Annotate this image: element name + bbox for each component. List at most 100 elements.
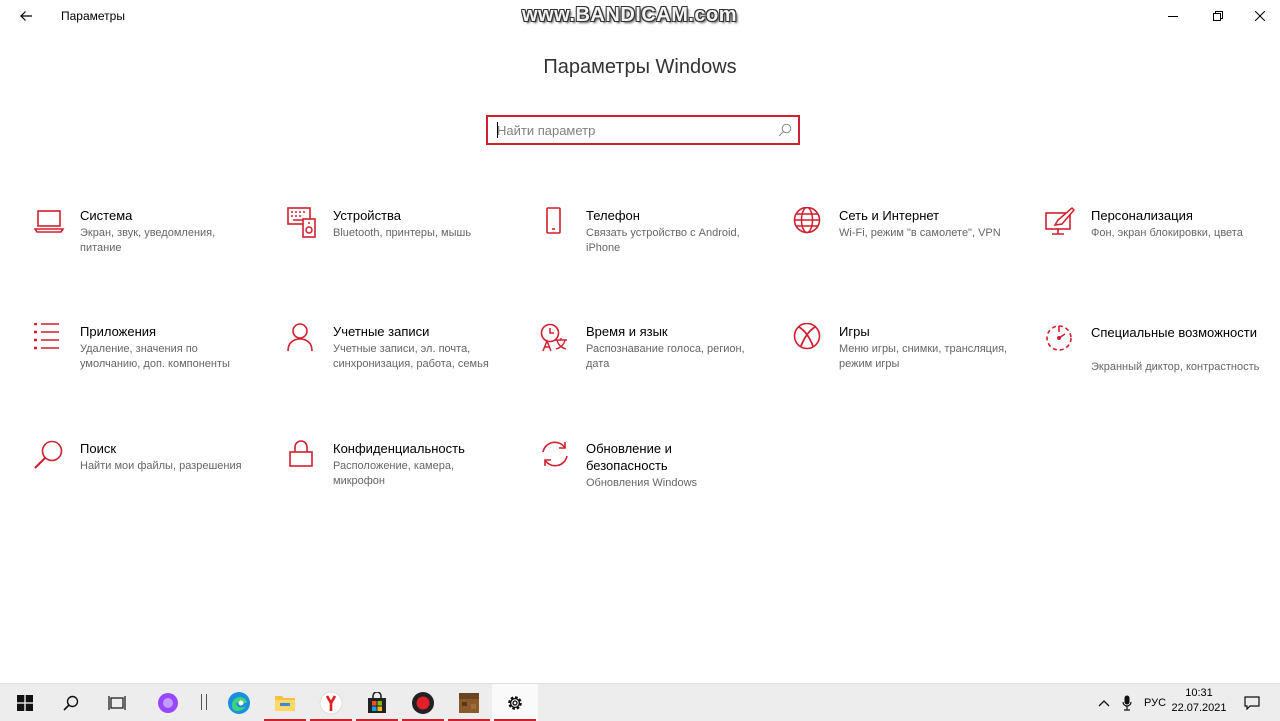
clock[interactable]: 10:31 22.07.2021 bbox=[1163, 686, 1235, 716]
category-desc: Обновления Windows bbox=[586, 477, 698, 489]
category-desc: Меню игры, снимки, трансляция, режим игр… bbox=[839, 343, 1008, 370]
category-desc: Расположение, камера, микрофон bbox=[333, 460, 455, 487]
category-desc: Связать устройство с Android, iPhone bbox=[586, 227, 740, 254]
clock-date: 22.07.2021 bbox=[1171, 702, 1227, 714]
taskbar-search-button[interactable] bbox=[48, 684, 94, 721]
ease-of-access-icon bbox=[1046, 325, 1072, 351]
bandicam-button[interactable] bbox=[400, 684, 446, 721]
category-desc: Найти мои файлы, разрешения bbox=[80, 460, 242, 472]
search-icon bbox=[778, 123, 792, 137]
minimize-button[interactable] bbox=[1150, 0, 1196, 32]
file-explorer-icon bbox=[275, 695, 295, 711]
category-name: Учетные записи bbox=[333, 324, 430, 339]
person-icon bbox=[287, 323, 313, 352]
settings-gear-icon bbox=[508, 695, 522, 710]
window-title: Параметры bbox=[61, 9, 125, 23]
globe-icon bbox=[793, 207, 821, 234]
minecraft-button[interactable] bbox=[446, 684, 492, 721]
time-language-icon bbox=[540, 323, 567, 352]
yandex-browser-icon bbox=[319, 691, 343, 714]
category-desc: Экран, звук, уведомления, питание bbox=[80, 227, 216, 254]
notification-icon bbox=[1244, 695, 1260, 710]
taskbar: РУС 10:31 22.07.2021 bbox=[0, 683, 1280, 721]
category-name: Обновление и безопасность bbox=[586, 441, 672, 473]
laptop-icon bbox=[34, 210, 65, 233]
category-desc: Wi-Fi, режим "в самолете", VPN bbox=[839, 227, 1001, 239]
category-desc: Удаление, значения по умолчанию, доп. ко… bbox=[80, 343, 230, 370]
category-desc: Экранный диктор, контрастность bbox=[1091, 361, 1260, 373]
bandicam-watermark: www.BANDICAM.com bbox=[522, 4, 738, 26]
apps-list-icon bbox=[34, 323, 59, 350]
lock-icon bbox=[289, 440, 313, 467]
category-desc: Распознавание голоса, регион, дата bbox=[586, 343, 745, 370]
bandicam-record-icon bbox=[412, 691, 434, 714]
category-name: Время и язык bbox=[586, 324, 668, 339]
text-caret bbox=[497, 122, 498, 138]
edge-icon bbox=[228, 691, 250, 714]
category-name: Персонализация bbox=[1091, 208, 1193, 223]
close-icon bbox=[1255, 11, 1265, 21]
category-search[interactable]: Поиск Найти мои файлы, разрешения bbox=[34, 440, 242, 530]
paint-icon bbox=[1045, 207, 1076, 235]
sync-icon bbox=[542, 441, 568, 467]
page-title: Параметры Windows bbox=[543, 56, 737, 78]
category-apps[interactable]: Приложения Удаление, значения по умолчан… bbox=[34, 323, 234, 413]
windows-start-icon bbox=[17, 694, 33, 711]
category-phone[interactable]: Телефон Связать устройство с Android, iP… bbox=[540, 207, 740, 297]
clock-time: 10:31 bbox=[1185, 687, 1213, 699]
category-gaming[interactable]: Игры Меню игры, снимки, трансляция, режи… bbox=[793, 323, 1007, 413]
search-icon bbox=[63, 695, 79, 711]
restore-button[interactable] bbox=[1195, 0, 1241, 32]
tray-overflow-button[interactable] bbox=[1094, 684, 1114, 721]
search-icon bbox=[34, 440, 63, 469]
minimize-icon bbox=[1168, 16, 1178, 17]
separator-icon bbox=[201, 694, 207, 710]
category-name: Сеть и Интернет bbox=[839, 208, 940, 223]
yandex-browser-button[interactable] bbox=[308, 684, 354, 721]
category-name: Специальные возможности bbox=[1091, 325, 1257, 340]
store-icon bbox=[368, 691, 386, 713]
task-view-button[interactable] bbox=[94, 684, 140, 721]
category-accounts[interactable]: Учетные записи Учетные записи, эл. почта… bbox=[287, 323, 489, 413]
task-view-icon bbox=[108, 695, 126, 710]
category-network[interactable]: Сеть и Интернет Wi-Fi, режим "в самолете… bbox=[793, 207, 1001, 297]
alice-icon bbox=[158, 692, 178, 713]
restore-icon bbox=[1213, 11, 1223, 21]
category-desc: Bluetooth, принтеры, мышь bbox=[333, 227, 472, 239]
chevron-up-icon bbox=[1098, 699, 1110, 706]
category-system[interactable]: Система Экран, звук, уведомления, питани… bbox=[34, 207, 234, 297]
start-button[interactable] bbox=[2, 684, 48, 721]
edge-button[interactable] bbox=[216, 684, 262, 721]
category-personalization[interactable]: Персонализация Фон, экран блокировки, цв… bbox=[1045, 207, 1245, 297]
search-input[interactable] bbox=[488, 117, 777, 143]
category-devices[interactable]: Устройства Bluetooth, принтеры, мышь bbox=[287, 207, 487, 297]
microphone-icon bbox=[1122, 695, 1132, 711]
back-button[interactable] bbox=[8, 0, 44, 32]
xbox-icon bbox=[793, 323, 821, 350]
category-name: Игры bbox=[839, 324, 870, 339]
category-name: Поиск bbox=[80, 441, 117, 456]
arrow-left-icon bbox=[20, 11, 32, 21]
notifications-button[interactable] bbox=[1240, 684, 1264, 721]
devices-icon bbox=[287, 207, 316, 238]
category-name: Конфиденциальность bbox=[333, 441, 465, 456]
search-box[interactable] bbox=[486, 115, 800, 145]
category-privacy[interactable]: Конфиденциальность Расположение, камера,… bbox=[287, 440, 487, 530]
alice-button[interactable] bbox=[145, 684, 191, 721]
file-explorer-button[interactable] bbox=[262, 684, 308, 721]
category-name: Устройства bbox=[333, 208, 402, 223]
phone-icon bbox=[546, 207, 561, 234]
settings-button[interactable] bbox=[492, 684, 538, 721]
category-desc: Фон, экран блокировки, цвета bbox=[1091, 227, 1243, 239]
category-ease-of-access[interactable]: Специальные возможности Экранный диктор,… bbox=[1045, 324, 1259, 414]
minecraft-icon bbox=[459, 692, 479, 713]
category-desc: Учетные записи, эл. почта, синхронизация… bbox=[333, 343, 489, 370]
category-update-security[interactable]: Обновление и безопасность Обновления Win… bbox=[540, 440, 740, 530]
microphone-button[interactable] bbox=[1118, 684, 1136, 721]
category-name: Приложения bbox=[80, 324, 157, 339]
store-button[interactable] bbox=[354, 684, 400, 721]
close-button[interactable] bbox=[1237, 0, 1280, 32]
category-name: Телефон bbox=[586, 208, 640, 223]
category-name: Система bbox=[80, 208, 133, 223]
category-time-language[interactable]: Время и язык Распознавание голоса, регио… bbox=[540, 323, 745, 413]
